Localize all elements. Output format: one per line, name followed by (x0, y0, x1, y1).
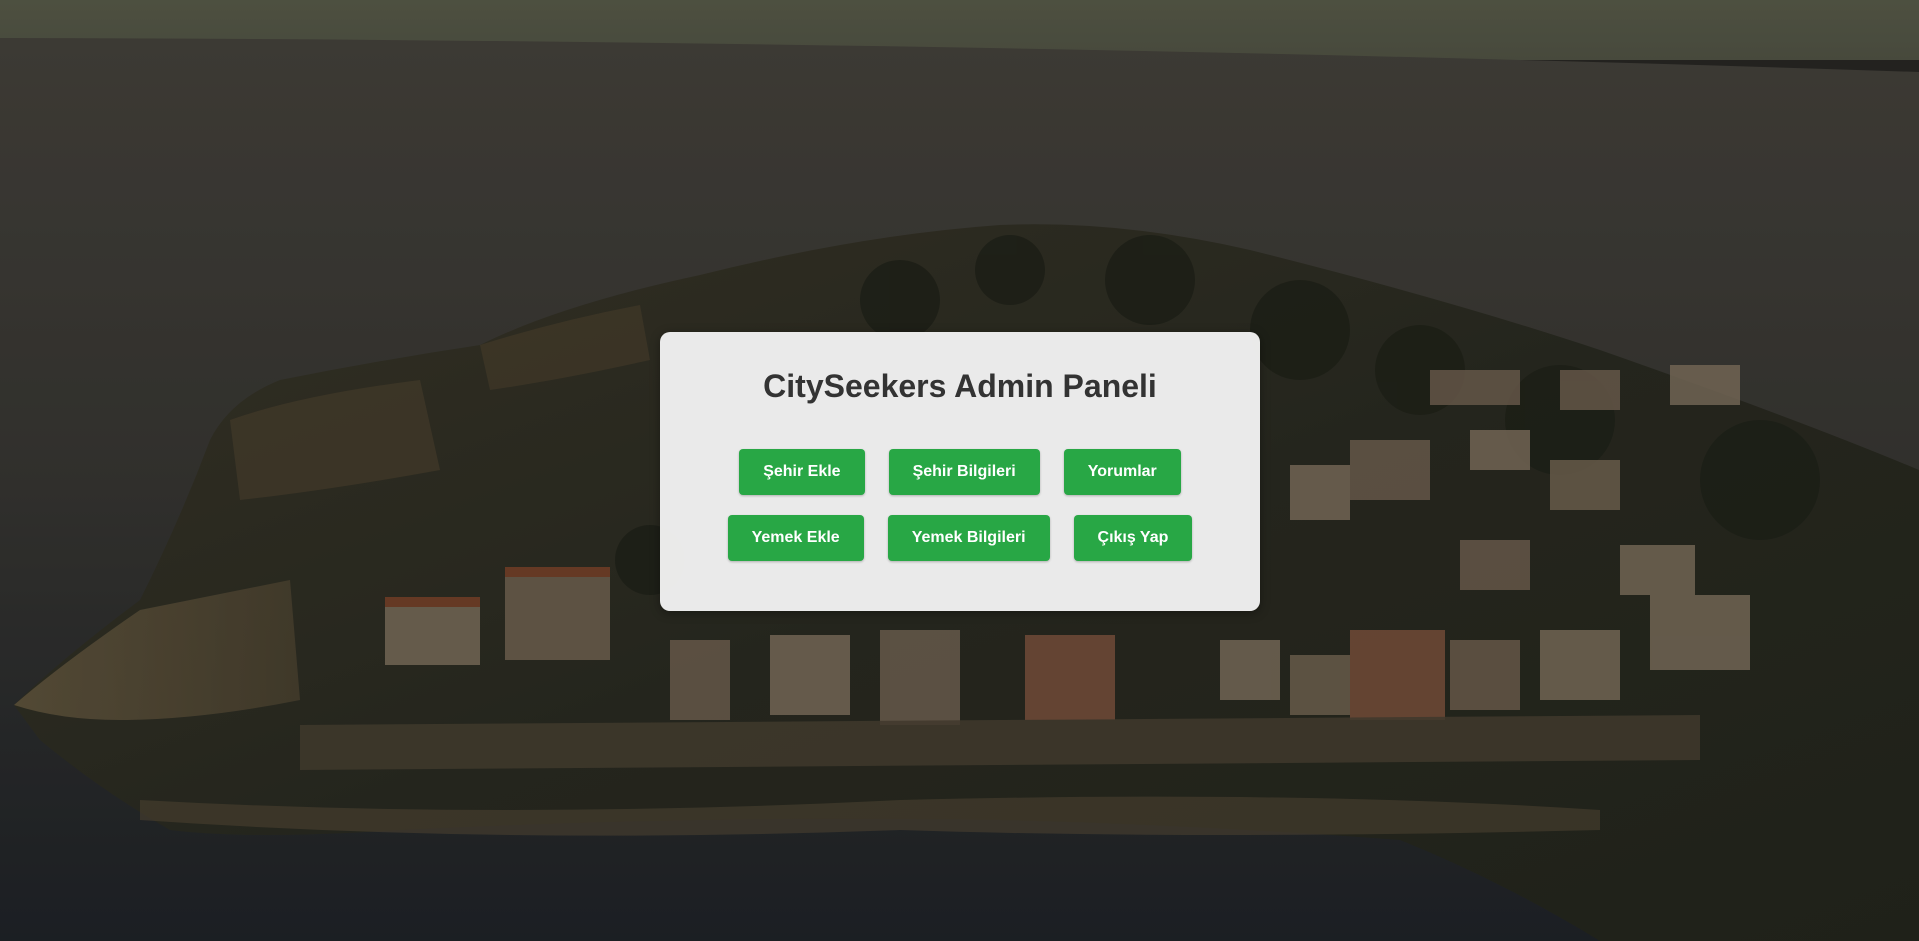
admin-panel: CitySeekers Admin Paneli Şehir Ekle Şehi… (660, 332, 1260, 611)
button-row-2: Yemek Ekle Yemek Bilgileri Çıkış Yap (660, 515, 1260, 561)
comments-button[interactable]: Yorumlar (1063, 449, 1181, 495)
logout-button[interactable]: Çıkış Yap (1073, 515, 1193, 561)
button-row-1: Şehir Ekle Şehir Bilgileri Yorumlar (660, 449, 1260, 495)
panel-title: CitySeekers Admin Paneli (763, 368, 1157, 404)
add-food-button[interactable]: Yemek Ekle (727, 515, 864, 561)
food-info-button[interactable]: Yemek Bilgileri (887, 515, 1050, 561)
app-page: CitySeekers Admin Paneli Şehir Ekle Şehi… (0, 0, 1919, 941)
add-city-button[interactable]: Şehir Ekle (739, 449, 865, 495)
city-info-button[interactable]: Şehir Bilgileri (888, 449, 1040, 495)
